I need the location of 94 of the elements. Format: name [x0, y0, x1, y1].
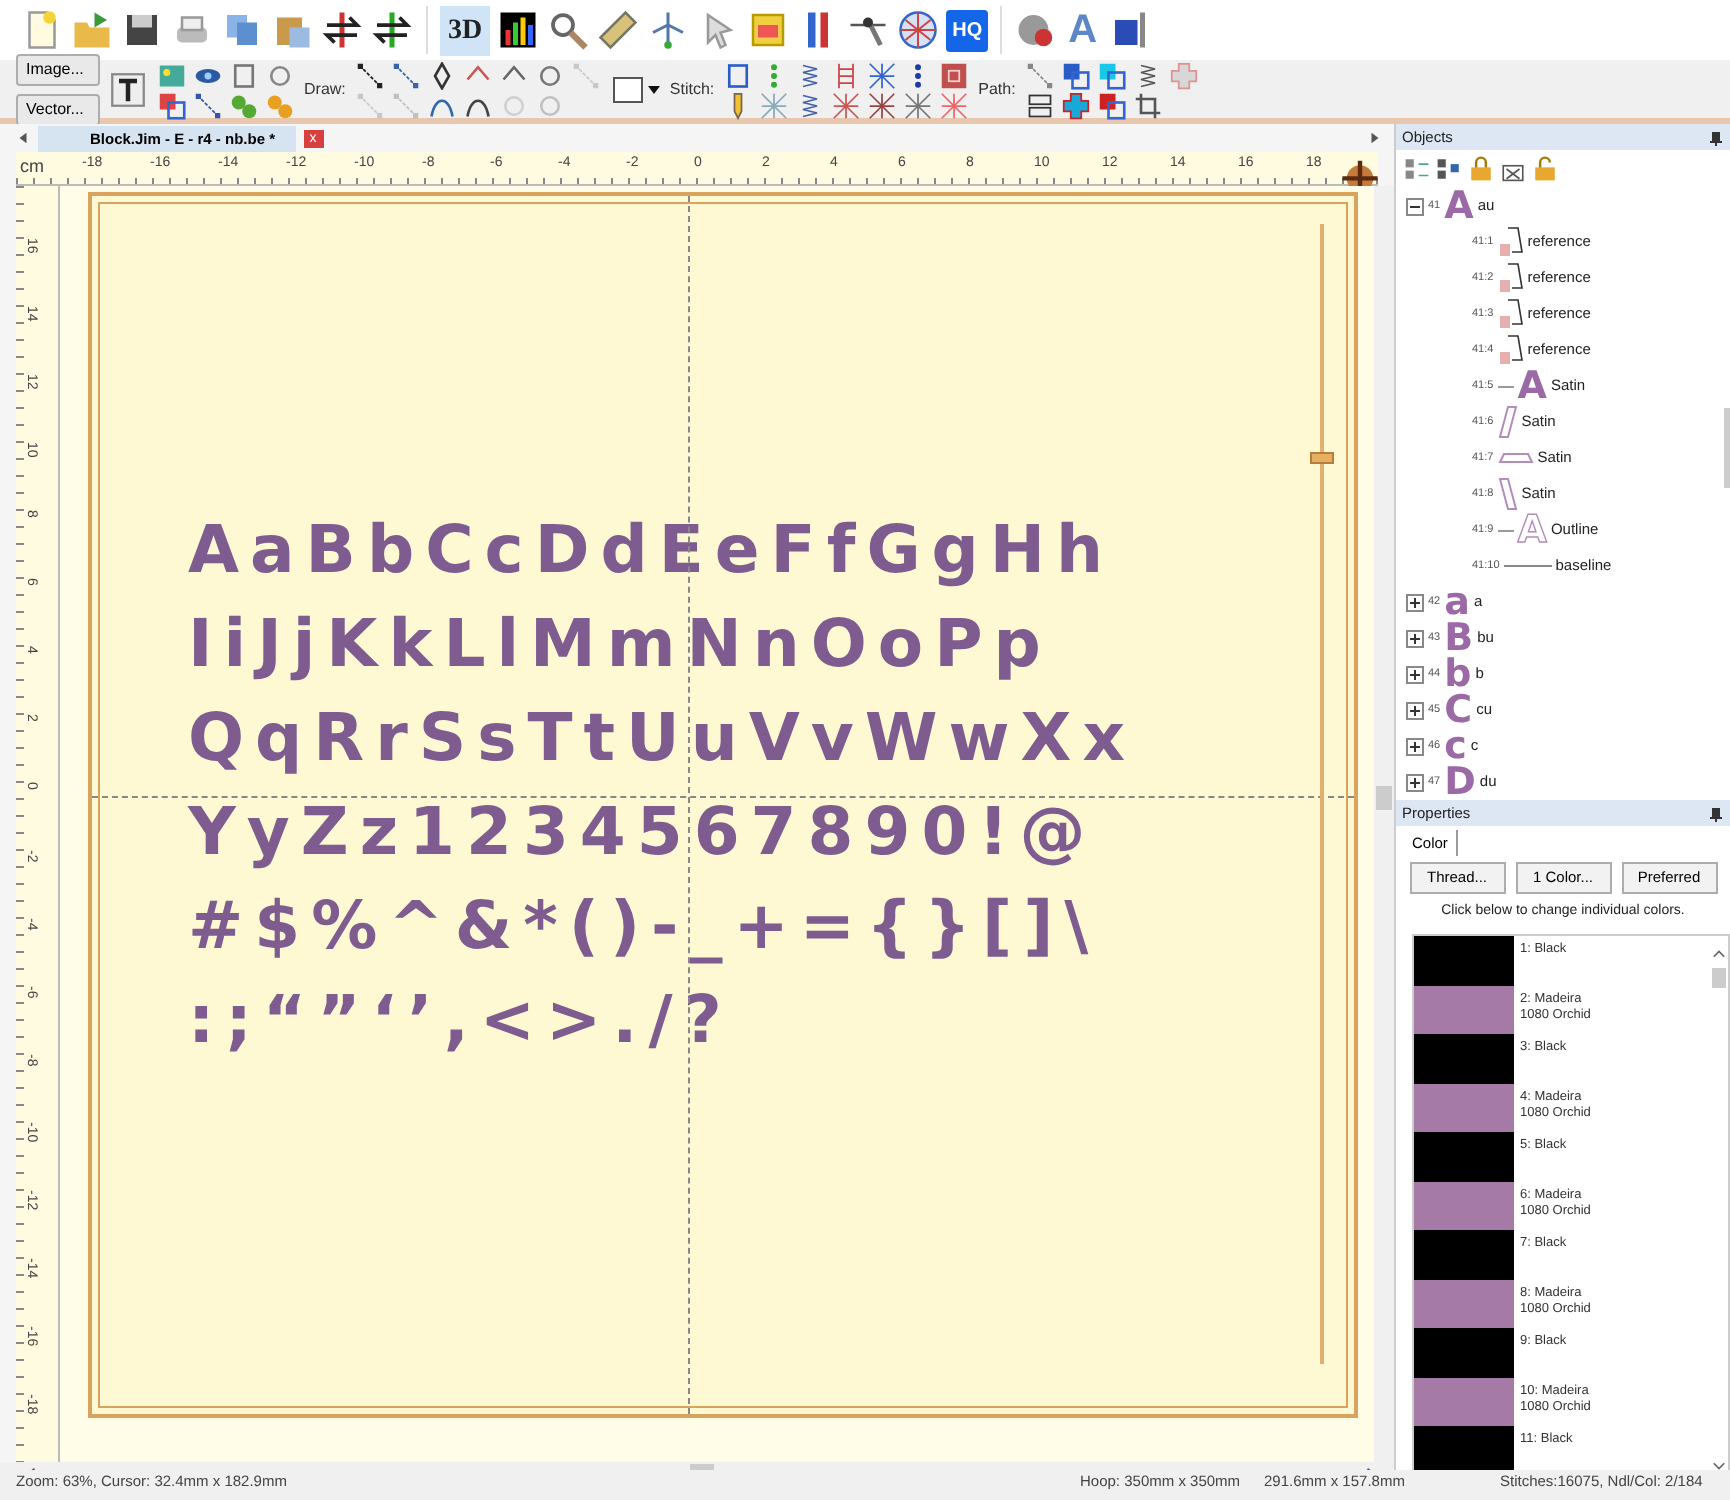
color-swatch[interactable]	[1414, 1132, 1514, 1181]
zoom-slider-thumb[interactable]	[1310, 451, 1334, 464]
embroidered-text-line: IiJjKkLlMmNnOoPp	[188, 602, 1052, 686]
scroll-right-icon[interactable]	[1368, 130, 1382, 146]
hq-button[interactable]: HQ	[946, 9, 989, 51]
pin-icon[interactable]	[1708, 805, 1724, 821]
color-chart-icon[interactable]	[498, 10, 539, 50]
letter-thumbnail: a	[1444, 584, 1470, 620]
flip-vertical-icon[interactable]	[372, 10, 412, 50]
color-swatch[interactable]	[1414, 985, 1514, 1034]
expand-icon[interactable]	[1406, 737, 1424, 755]
letter-thumbnail: c	[1444, 728, 1467, 764]
square-icon[interactable]	[940, 62, 969, 90]
path-label: Path:	[978, 77, 1016, 101]
reference-thumbnail-icon	[1497, 334, 1524, 366]
circle-icon[interactable]	[535, 62, 564, 90]
letter-thumbnail: D	[1444, 764, 1476, 800]
scroll-up-icon[interactable]	[1712, 948, 1726, 962]
ruler-unit: cm	[20, 154, 44, 180]
color-swatch[interactable]	[1414, 1034, 1514, 1083]
overlap-icon[interactable]	[1097, 92, 1126, 120]
circle-icon[interactable]	[266, 62, 294, 90]
collapse-all-icon[interactable]	[1436, 156, 1462, 182]
pin-icon[interactable]	[1708, 129, 1724, 145]
satin-bar-thumbnail-icon	[1497, 452, 1534, 464]
embroidered-text-line: :;“”‘’,<>./?	[188, 978, 733, 1062]
unlock-icon[interactable]	[1532, 156, 1558, 182]
zoom-slider[interactable]	[1314, 224, 1330, 1364]
letter-thumbnail: b	[1444, 656, 1472, 692]
embroidered-text-line: #$%^&*()-_+={}[]\	[188, 884, 1100, 968]
nodes-icon[interactable]	[391, 62, 420, 90]
rectangle-dropdown-icon[interactable]	[611, 73, 660, 105]
reference-thumbnail-icon	[1497, 226, 1524, 258]
letter-thumbnail: A	[1517, 368, 1547, 404]
scroll-left-icon[interactable]	[16, 130, 30, 146]
lettering-button[interactable]: A	[1064, 10, 1102, 50]
overlap-icon[interactable]	[1061, 62, 1090, 90]
scrollbar-thumb[interactable]	[1376, 786, 1392, 810]
scroll-down-icon[interactable]	[1712, 1457, 1726, 1470]
expand-icon[interactable]	[1406, 701, 1424, 719]
color-swatch[interactable]	[1414, 1328, 1514, 1377]
embroidered-text-line: YyZz1234567890!@	[188, 790, 1097, 874]
stack-icon[interactable]	[1025, 92, 1054, 120]
nodes-icon[interactable]	[355, 62, 384, 90]
frame-icon[interactable]	[230, 62, 258, 90]
copy-icon[interactable]	[222, 10, 262, 50]
frame-icon[interactable]	[724, 62, 753, 90]
color-swatch[interactable]	[1414, 936, 1514, 985]
letter-thumbnail: A	[1444, 188, 1474, 224]
embroidered-text-line: QqRrSsTtUuVvWwXx	[188, 696, 1137, 780]
reference-thumbnail-icon	[1497, 262, 1524, 294]
color-swatch[interactable]	[1414, 1181, 1514, 1230]
color-swatch[interactable]	[1414, 1279, 1514, 1328]
stitch-label: Stitch:	[669, 77, 715, 101]
nodes-icon[interactable]	[194, 92, 222, 120]
ruler-icon[interactable]	[598, 10, 639, 50]
reference-thumbnail-icon	[1497, 298, 1524, 330]
overlap-icon[interactable]	[158, 92, 186, 120]
expand-icon[interactable]	[1406, 773, 1424, 791]
draw-label: Draw:	[304, 77, 346, 101]
scrollbar-thumb[interactable]	[1724, 408, 1730, 488]
embroidered-text-line: AaBbCcDdEeFfGgHh	[188, 508, 1115, 592]
3d-view-button[interactable]: 3D	[440, 5, 491, 55]
window-icon[interactable]	[748, 10, 789, 50]
image-button[interactable]: Image...	[16, 53, 100, 85]
vector-button[interactable]: Vector...	[16, 93, 100, 125]
collapse-icon[interactable]	[1406, 197, 1424, 215]
color-swatch[interactable]	[1414, 1426, 1514, 1470]
letter-thumbnail: C	[1444, 692, 1473, 728]
letter-thumbnail: A	[1517, 512, 1547, 548]
cross-icon[interactable]	[1061, 92, 1090, 120]
expand-icon[interactable]	[1406, 665, 1424, 683]
color-swatch[interactable]	[1414, 1083, 1514, 1132]
flip-horizontal-icon[interactable]	[322, 10, 362, 50]
color-swatch[interactable]	[1414, 1230, 1514, 1279]
save-icon[interactable]	[122, 10, 162, 50]
expand-icon[interactable]	[1406, 593, 1424, 611]
baseline-thumbnail-icon	[1503, 564, 1552, 568]
expand-icon[interactable]	[1406, 629, 1424, 647]
new-file-icon[interactable]	[22, 10, 62, 50]
nodes-icon[interactable]	[1025, 62, 1054, 90]
lock-icon[interactable]	[1468, 156, 1494, 182]
grid-globe-icon[interactable]	[898, 10, 939, 50]
expand-all-icon[interactable]	[1404, 156, 1430, 182]
satin-slash-thumbnail-icon	[1497, 406, 1518, 438]
satin-backslash-thumbnail-icon	[1497, 478, 1518, 510]
overlap-icon[interactable]	[1097, 62, 1126, 90]
folder-icon[interactable]	[72, 10, 112, 50]
crop-icon[interactable]	[1133, 92, 1162, 120]
text-tool-icon[interactable]	[110, 71, 146, 107]
scrollbar-thumb[interactable]	[1712, 968, 1726, 988]
search-icon[interactable]	[548, 10, 589, 50]
letter-thumbnail: B	[1444, 620, 1474, 656]
color-swatch[interactable]	[1414, 1377, 1514, 1426]
